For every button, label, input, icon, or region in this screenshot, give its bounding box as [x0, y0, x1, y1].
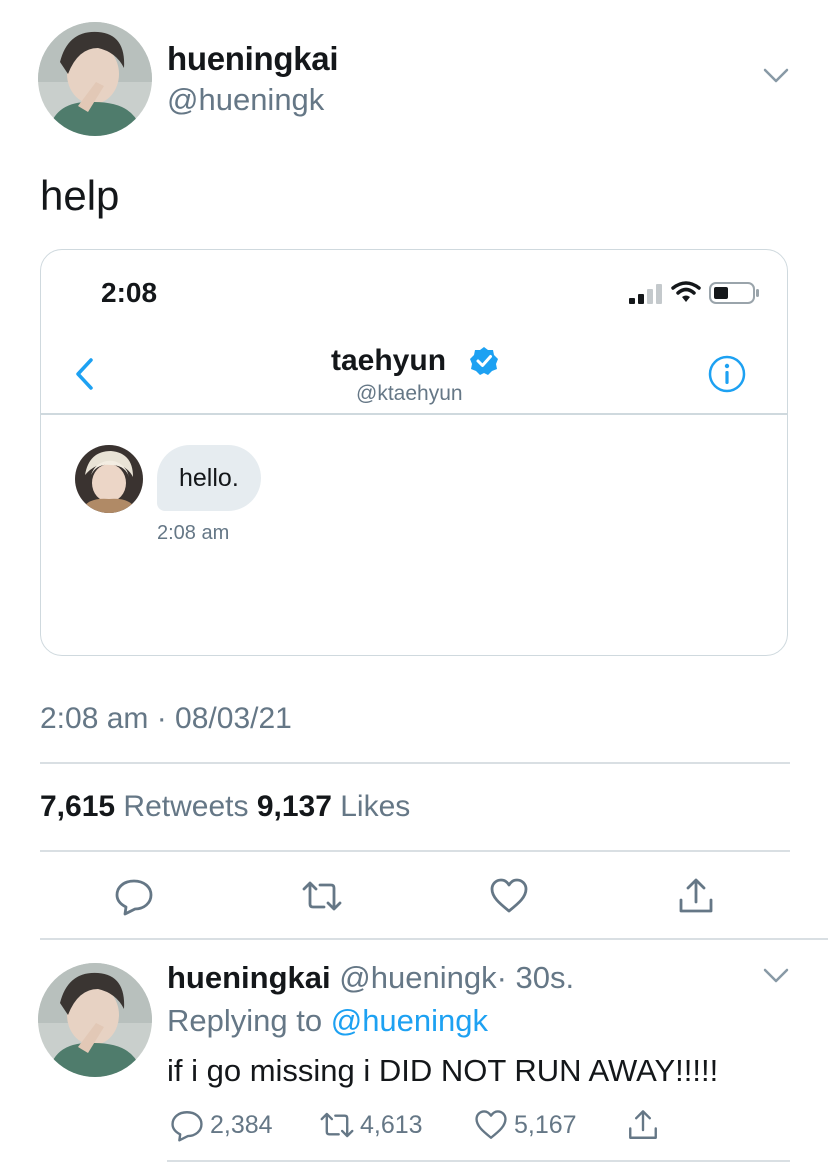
divider — [40, 938, 828, 940]
back-arrow-icon[interactable] — [71, 354, 97, 394]
reply-count: 2,384 — [210, 1110, 273, 1139]
retweet-count: 4,613 — [360, 1110, 423, 1139]
replying-prefix: Replying to — [167, 1003, 323, 1038]
tweet-text: help — [40, 172, 120, 219]
like-label[interactable]: Likes — [340, 790, 410, 823]
divider — [167, 1160, 790, 1162]
like-count: 5,167 — [514, 1110, 577, 1139]
message-bubble[interactable]: hello. — [157, 445, 261, 511]
retweet-icon — [320, 1112, 354, 1138]
header-divider — [41, 413, 787, 415]
retweet-count[interactable]: 7,615 — [40, 790, 115, 823]
share-icon — [629, 1110, 657, 1139]
reply-header: hueningkai @hueningk· 30s. — [167, 960, 574, 996]
like-count[interactable]: 9,137 — [257, 790, 332, 823]
tweet-stats: 7,615 Retweets 9,137 Likes — [40, 790, 410, 824]
reply-author-avatar[interactable] — [38, 963, 152, 1077]
conversation-name: taehyun — [331, 344, 447, 377]
like-icon[interactable] — [489, 876, 529, 916]
replying-to: Replying to @hueningk — [167, 1003, 488, 1039]
divider — [40, 762, 790, 764]
attached-image[interactable]: 2:08 taehyun @ktaehyun hello. 2:08 am — [40, 249, 788, 656]
chevron-down-icon[interactable] — [762, 966, 790, 986]
reply-author-name[interactable]: hueningkai — [167, 960, 331, 995]
retweet-action[interactable]: 4,613 — [320, 1108, 423, 1142]
reply-icon[interactable] — [114, 876, 154, 916]
like-icon — [475, 1110, 507, 1139]
reply-action[interactable]: 2,384 — [170, 1108, 273, 1142]
status-bar-time: 2:08 — [101, 277, 158, 308]
conversation-handle: @ktaehyun — [356, 382, 463, 405]
reply-time[interactable]: · 30s. — [497, 960, 575, 995]
author-handle[interactable]: @hueningk — [167, 82, 324, 118]
cellular-signal-icon — [629, 284, 665, 304]
sender-avatar — [75, 445, 143, 513]
tweet-timestamp[interactable]: 2:08 am · 08/03/21 — [40, 702, 292, 736]
reply-icon — [171, 1111, 203, 1142]
reply-author-handle[interactable]: @hueningk — [339, 960, 496, 995]
verified-badge-icon — [469, 346, 499, 376]
reply-text: if i go missing i DID NOT RUN AWAY!!!!! — [167, 1053, 719, 1088]
info-icon[interactable] — [707, 354, 747, 394]
retweet-label[interactable]: Retweets — [123, 790, 248, 823]
author-name[interactable]: hueningkai — [167, 40, 338, 78]
share-icon[interactable] — [676, 876, 716, 916]
share-action[interactable] — [626, 1108, 666, 1142]
wifi-icon — [671, 280, 701, 304]
message-text: hello. — [179, 463, 239, 492]
retweet-icon[interactable] — [302, 876, 342, 916]
battery-icon — [709, 282, 761, 304]
chevron-down-icon[interactable] — [762, 66, 790, 86]
divider — [40, 850, 790, 852]
message-timestamp: 2:08 am — [157, 522, 230, 544]
replying-to-link[interactable]: @hueningk — [331, 1003, 488, 1038]
author-avatar[interactable] — [38, 22, 152, 136]
like-action[interactable]: 5,167 — [474, 1108, 577, 1142]
